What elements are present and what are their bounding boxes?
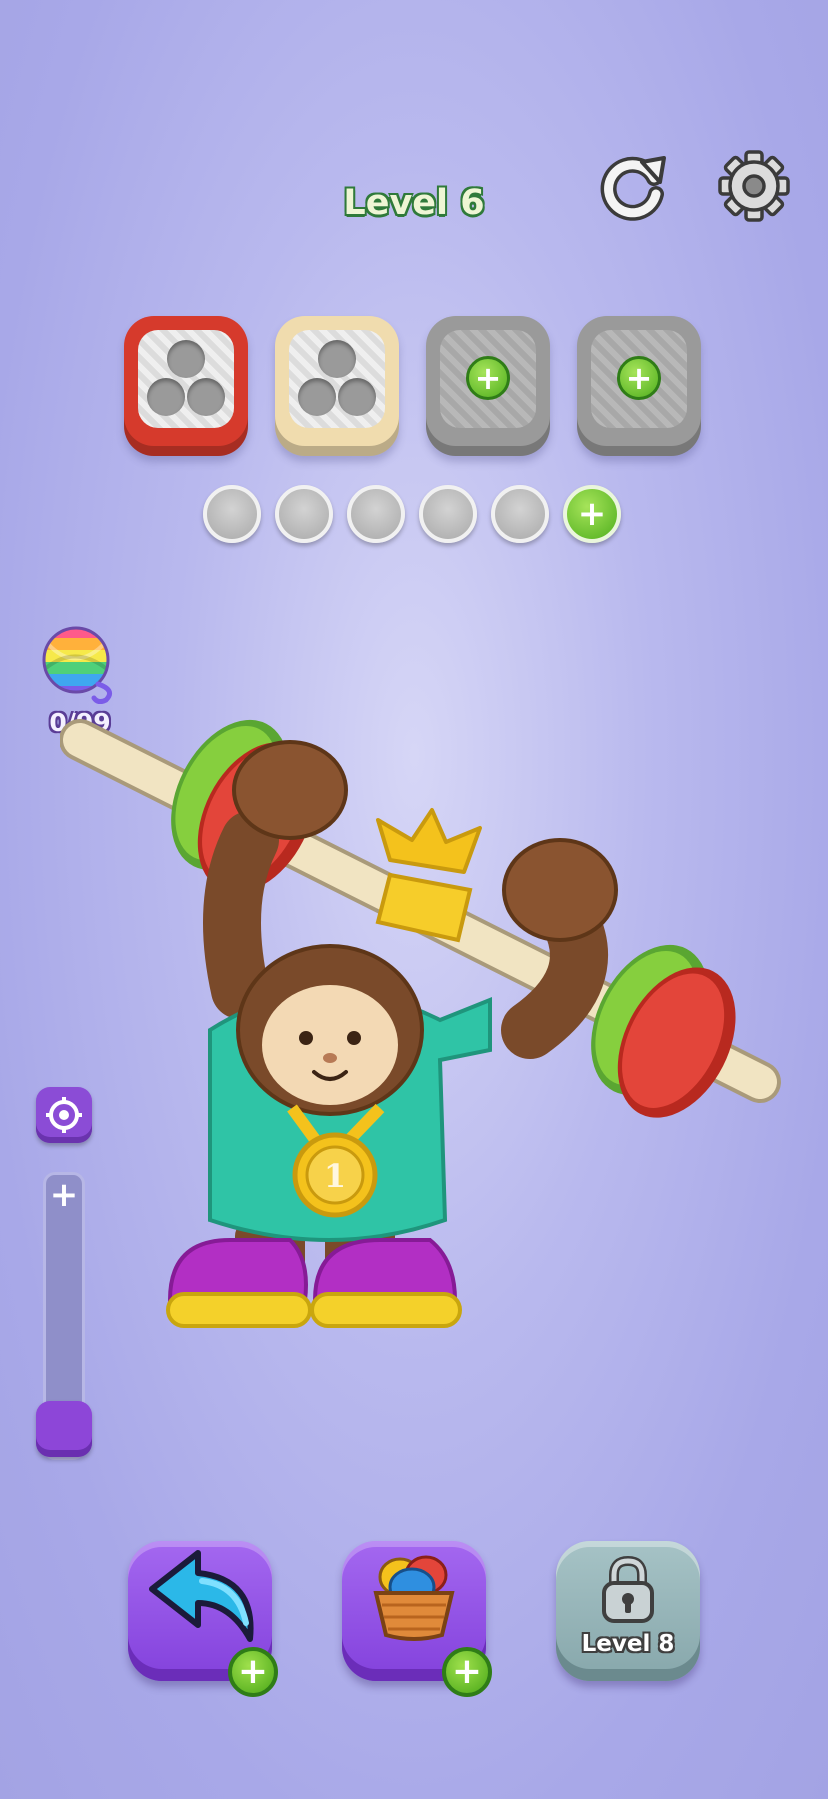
box-red[interactable] (124, 316, 248, 456)
zoom-slider-thumb[interactable] (36, 1401, 92, 1457)
plus-icon: + (228, 1647, 278, 1697)
box-hole (318, 340, 356, 378)
knitted-monkey-weightlifter-illustration: 1 (60, 719, 781, 1328)
yarn-basket-icon (373, 1555, 455, 1641)
plus-icon: + (617, 356, 661, 400)
empty-slot (347, 485, 405, 543)
yellow-crown (375, 808, 482, 943)
padlock-icon (602, 1555, 654, 1623)
add-slot-button[interactable]: + (563, 485, 621, 543)
yarn-basket-button[interactable]: + (342, 1541, 492, 1697)
plus-icon: + (442, 1647, 492, 1697)
empty-slot (275, 485, 333, 543)
empty-slot (491, 485, 549, 543)
restart-icon (600, 156, 666, 221)
settings-button[interactable] (714, 146, 794, 226)
zoom-plus-icon: + (49, 1175, 79, 1215)
recenter-button[interactable] (36, 1087, 92, 1143)
plus-icon: + (466, 356, 510, 400)
box-knit-interior (289, 330, 385, 428)
box-knit-interior (138, 330, 234, 428)
undo-arrow-icon (149, 1550, 254, 1642)
empty-slot (419, 485, 477, 543)
yarn-ball-icon (40, 624, 120, 708)
box-knit-interior: + (591, 330, 687, 428)
box-locked[interactable]: + (426, 316, 550, 456)
undo-button[interactable]: + (128, 1541, 278, 1697)
box-hole (187, 378, 225, 416)
box-hole (338, 378, 376, 416)
svg-text:1: 1 (324, 1157, 346, 1195)
box-hole (147, 378, 185, 416)
box-hole (298, 378, 336, 416)
empty-slot (203, 485, 261, 543)
box-knit-interior: + (440, 330, 536, 428)
box-hole (167, 340, 205, 378)
box-locked[interactable]: + (577, 316, 701, 456)
locked-level-button[interactable]: Level 8 (556, 1541, 700, 1681)
locked-level-label: Level 8 (581, 1631, 675, 1657)
level-title: Level 6 (343, 183, 485, 223)
gear-icon (718, 150, 790, 222)
restart-button[interactable] (594, 146, 674, 226)
target-icon (46, 1097, 82, 1133)
box-cream[interactable] (275, 316, 399, 456)
